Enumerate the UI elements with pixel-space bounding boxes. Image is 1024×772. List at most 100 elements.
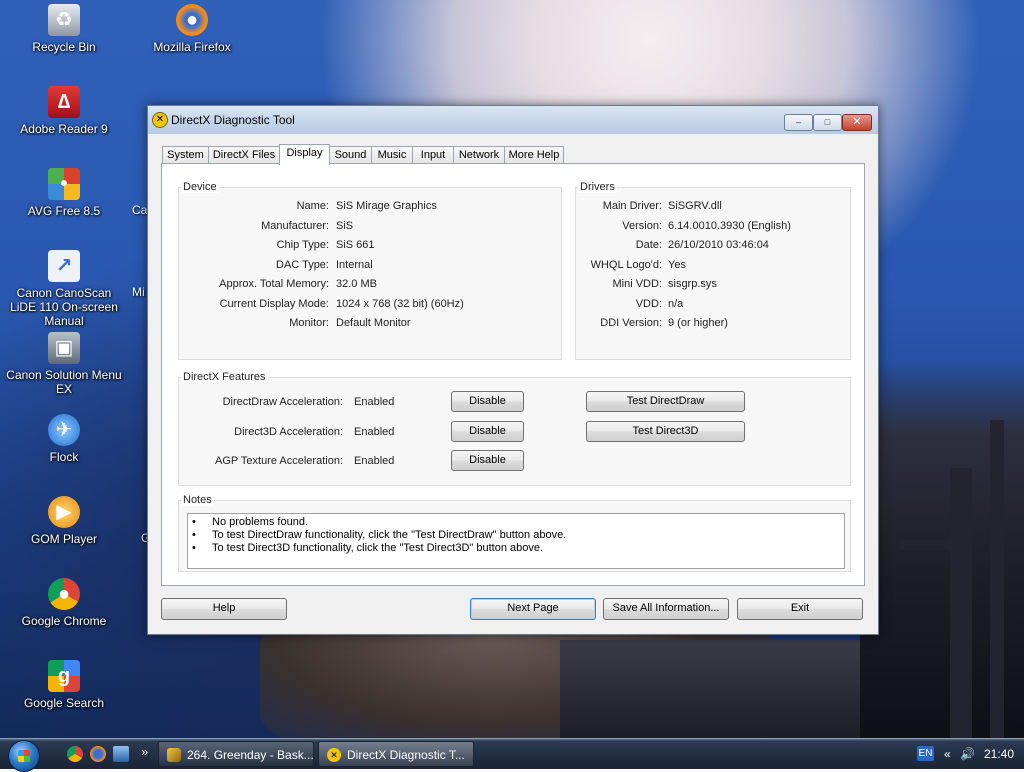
desktop-icon-flock[interactable]: ✈ Flock [4,414,124,464]
minimize-button[interactable]: – [784,114,813,131]
manufacturer-key: Manufacturer: [261,220,329,232]
total-memory-value: 32.0 MB [336,278,377,290]
directx-features-group: DirectDraw Acceleration: Enabled Disable… [178,377,851,486]
maximize-button[interactable]: □ [813,114,842,131]
monitor-value: Default Monitor [336,317,411,329]
feature-row-direct3d: Direct3D Acceleration: Enabled [179,426,479,439]
dac-type-key: DAC Type: [276,259,329,271]
desktop-icon-label: Mozilla Firefox [153,40,231,54]
desktop-icon-avg[interactable]: • AVG Free 8.5 [4,168,124,218]
directx-app-icon: ✕ [152,112,168,128]
device-row-dac-type: DAC Type: Internal [179,259,559,272]
tab-network[interactable]: Network [453,146,505,164]
device-name-key: Name: [296,200,329,212]
display-tab-panel: Name: SiS Mirage Graphics Manufacturer: … [161,163,865,586]
device-row-name: Name: SiS Mirage Graphics [179,200,559,213]
chip-type-value: SiS 661 [336,239,375,251]
google-search-icon: g [48,660,80,692]
disable-direct3d-button[interactable]: Disable [451,421,524,442]
device-row-monitor: Monitor: Default Monitor [179,317,559,330]
desktop-icon-label-partial: Ca [132,203,148,217]
volume-icon[interactable]: 🔊 [960,747,975,761]
drivers-row-version: Version: 6.14.0010.3930 (English) [576,220,848,233]
disable-directdraw-button[interactable]: Disable [451,391,524,412]
taskbar-button-label: 264. Greenday - Bask... [187,748,314,762]
tab-directx-files[interactable]: DirectX Files [208,146,280,164]
help-button[interactable]: Help [161,598,287,620]
desktop-icon-label: Canon Solution Menu EX [6,368,122,396]
desktop-icon-canon-solution-menu[interactable]: ▣ Canon Solution Menu EX [4,332,124,396]
start-button[interactable] [8,740,40,772]
test-directdraw-button[interactable]: Test DirectDraw [586,391,745,412]
taskbar: » 264. Greenday - Bask... ✕ DirectX Diag… [0,738,1024,772]
drivers-row-whql: WHQL Logo'd: Yes [576,259,848,272]
drivers-group: Main Driver: SiSGRV.dll Version: 6.14.00… [575,187,851,360]
quicklaunch-chrome-icon[interactable] [67,746,83,762]
language-indicator[interactable]: EN [917,746,934,761]
disable-agp-texture-button[interactable]: Disable [451,450,524,471]
exit-button[interactable]: Exit [737,598,863,620]
next-page-button[interactable]: Next Page [470,598,596,620]
save-all-information-button[interactable]: Save All Information... [603,598,729,620]
recycle-bin-icon: ♻ [48,4,80,36]
taskbar-button-winamp[interactable]: 264. Greenday - Bask... [158,741,314,767]
winamp-icon [167,748,181,762]
desktop-icon-recycle-bin[interactable]: ♻ Recycle Bin [4,4,124,54]
test-direct3d-button[interactable]: Test Direct3D [586,421,745,442]
quicklaunch-firefox-icon[interactable] [90,746,106,762]
note-text: To test DirectDraw functionality, click … [212,529,567,541]
direct3d-value: Enabled [354,426,395,438]
clock[interactable]: 21:40 [984,747,1014,761]
gom-player-icon: ▶ [48,496,80,528]
desktop-icon-adobe-reader[interactable]: ∆ Adobe Reader 9 [4,86,124,136]
tab-display[interactable]: Display [279,144,330,165]
note-item: • To test Direct3D functionality, click t… [192,542,543,555]
desktop-icon-gom-player[interactable]: ▶ GOM Player [4,496,124,546]
desktop-icon-google-chrome[interactable]: ● Google Chrome [4,578,124,628]
desktop-icon-label: Google Search [23,696,105,710]
device-name-value: SiS Mirage Graphics [336,200,437,212]
drivers-row-mini-vdd: Mini VDD: sisgrp.sys [576,278,848,291]
wallpaper-tower [990,420,1004,738]
whql-key: WHQL Logo'd: [590,259,662,271]
tab-music[interactable]: Music [371,146,413,164]
device-row-manufacturer: Manufacturer: SiS [179,220,559,233]
manufacturer-value: SiS [336,220,354,232]
feature-row-directdraw: DirectDraw Acceleration: Enabled [179,396,479,409]
window-title: DirectX Diagnostic Tool [171,113,295,127]
device-row-display-mode: Current Display Mode: 1024 x 768 (32 bit… [179,298,559,311]
desktop-icon-label-partial: Mi [132,285,145,299]
tab-more-help[interactable]: More Help [504,146,564,164]
main-driver-value: SiSGRV.dll [668,200,722,212]
notes-list[interactable]: • No problems found. • To test DirectDraw … [187,513,845,569]
desktop-icon-canon-manual[interactable]: ↗ Canon CanoScan LiDE 110 On-screen Manu… [4,250,124,328]
mini-vdd-key: Mini VDD: [612,278,662,290]
close-button[interactable]: ✕ [842,114,872,131]
show-desktop-icon[interactable] [113,746,129,762]
device-group-label: Device [181,181,219,193]
directdraw-value: Enabled [354,396,395,408]
tab-sound[interactable]: Sound [329,146,372,164]
drivers-row-ddi-version: DDI Version: 9 (or higher) [576,317,848,330]
wallpaper-platform [900,540,960,550]
drivers-row-vdd: VDD: n/a [576,298,848,311]
title-bar[interactable]: ✕ DirectX Diagnostic Tool – □ ✕ [148,106,878,134]
display-mode-value: 1024 x 768 (32 bit) (60Hz) [336,298,464,310]
note-bullet: • [192,516,196,528]
desktop-icon-firefox[interactable]: ● Mozilla Firefox [132,4,252,54]
desktop-icon-label: Google Chrome [21,614,107,628]
taskbar-button-directx[interactable]: ✕ DirectX Diagnostic T... [318,741,474,767]
desktop-icon-google-search[interactable]: g Google Search [4,660,124,710]
direct3d-key: Direct3D Acceleration: [234,426,343,438]
note-item: • No problems found. [192,516,308,529]
tab-input[interactable]: Input [412,146,454,164]
desktop-icon-label: Flock [49,450,79,464]
tray-arrows-icon[interactable]: « [944,747,951,761]
ddi-version-key: DDI Version: [600,317,662,329]
avg-icon: • [48,168,80,200]
desktop-icon-label: Canon CanoScan LiDE 110 On-screen Manual [10,286,118,328]
desktop-icon-label: Recycle Bin [32,40,96,54]
quicklaunch-more-chevron-icon[interactable]: » [141,744,148,759]
desktop-icon-label: Adobe Reader 9 [20,122,108,136]
tab-system[interactable]: System [162,146,209,164]
